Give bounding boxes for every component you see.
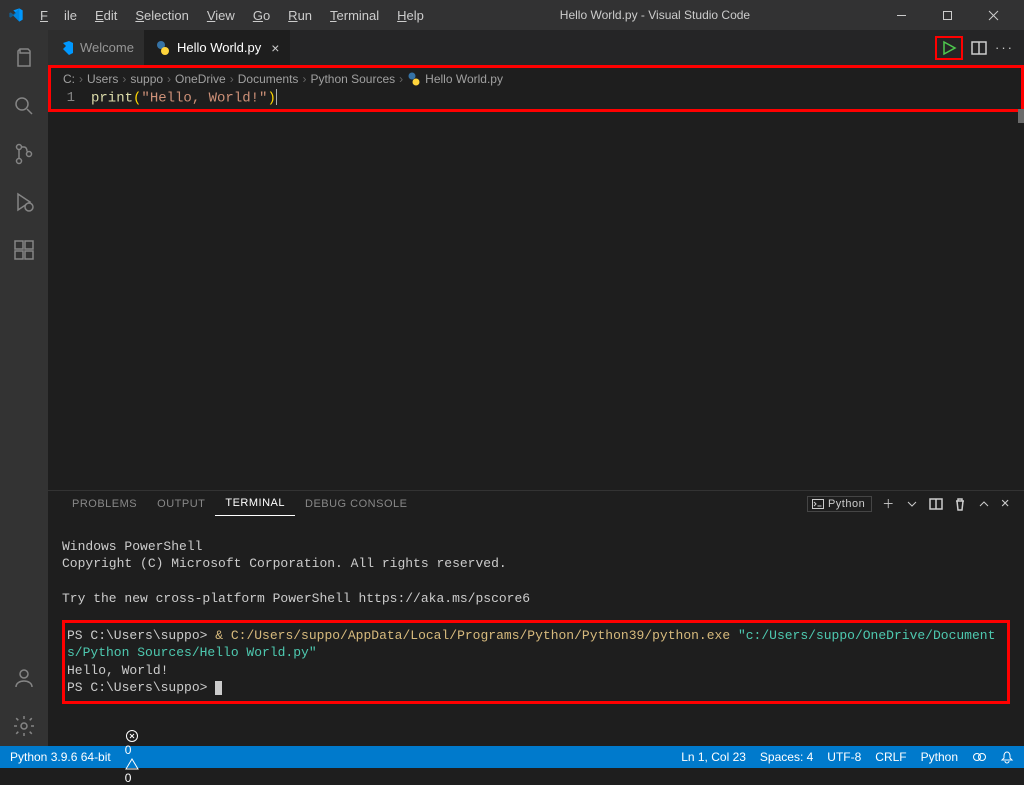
menu-help[interactable]: Help — [389, 4, 432, 27]
tab-label: Welcome — [80, 40, 134, 55]
breadcrumb-seg[interactable]: Hello World.py — [425, 72, 503, 86]
bell-icon[interactable] — [1000, 750, 1014, 764]
menu-go[interactable]: Go — [245, 4, 278, 27]
line-number: 1 — [51, 90, 91, 107]
chevron-down-icon[interactable] — [905, 497, 919, 511]
status-eol[interactable]: CRLF — [875, 750, 906, 764]
more-actions-icon[interactable]: ··· — [995, 40, 1014, 55]
terminal-output[interactable]: Windows PowerShell Copyright (C) Microso… — [48, 516, 1024, 747]
run-button-highlight — [935, 36, 963, 60]
menu-terminal[interactable]: Terminal — [322, 4, 387, 27]
panel-tabs: PROBLEMS OUTPUT TERMINAL DEBUG CONSOLE P… — [48, 491, 1024, 516]
breadcrumb[interactable]: C:› Users› suppo› OneDrive› Documents› P… — [51, 68, 1021, 90]
close-button[interactable] — [970, 0, 1016, 30]
activity-bar — [0, 30, 48, 746]
search-icon[interactable] — [0, 86, 48, 126]
breadcrumb-seg[interactable]: Users — [87, 72, 118, 86]
menu-file[interactable]: File — [32, 4, 85, 27]
vscode-icon — [58, 40, 74, 56]
tab-label: Hello World.py — [177, 40, 261, 55]
settings-gear-icon[interactable] — [0, 706, 48, 746]
breadcrumb-seg[interactable]: suppo — [130, 72, 163, 86]
code-editor[interactable]: 1 print("Hello, World!") — [51, 90, 1021, 109]
terminal-line: Windows PowerShell — [62, 539, 202, 554]
code-line[interactable]: print("Hello, World!") — [91, 90, 1021, 107]
terminal-output-line: Hello, World! — [67, 663, 168, 678]
status-encoding[interactable]: UTF-8 — [827, 750, 861, 764]
menu-run[interactable]: Run — [280, 4, 320, 27]
panel-tab-terminal[interactable]: TERMINAL — [215, 491, 295, 516]
chevron-right-icon: › — [167, 72, 171, 86]
tab-welcome[interactable]: Welcome — [48, 30, 145, 65]
minimap[interactable] — [1018, 109, 1024, 123]
breadcrumb-seg[interactable]: OneDrive — [175, 72, 226, 86]
terminal-line: Copyright (C) Microsoft Corporation. All… — [62, 556, 507, 571]
terminal-icon — [812, 498, 824, 510]
python-file-icon — [155, 40, 171, 56]
window-title: Hello World.py - Visual Studio Code — [432, 8, 878, 22]
terminal-line: Try the new cross-platform PowerShell ht… — [62, 591, 530, 606]
split-editor-icon[interactable] — [971, 40, 987, 56]
chevron-right-icon: › — [79, 72, 83, 86]
editor-empty-area[interactable] — [48, 112, 1024, 490]
status-problems[interactable]: 0 0 — [125, 729, 139, 785]
cursor — [276, 89, 277, 105]
run-debug-icon[interactable] — [0, 182, 48, 222]
breadcrumb-seg[interactable]: Documents — [238, 72, 299, 86]
panel-tab-debug[interactable]: DEBUG CONSOLE — [295, 492, 417, 516]
terminal-cursor — [215, 681, 222, 695]
accounts-icon[interactable] — [0, 658, 48, 698]
terminal-shell-selector[interactable]: Python — [807, 496, 872, 512]
close-icon[interactable]: × — [271, 40, 279, 56]
terminal-prompt: PS C:\Users\suppo> — [67, 628, 215, 643]
tab-bar: Welcome Hello World.py × ··· — [48, 30, 1024, 65]
vscode-logo-icon — [8, 7, 24, 23]
warning-icon — [125, 757, 139, 771]
tab-file[interactable]: Hello World.py × — [145, 30, 290, 65]
status-python-version[interactable]: Python 3.9.6 64-bit — [10, 750, 111, 764]
status-bar: Python 3.9.6 64-bit 0 0 Ln 1, Col 23 Spa… — [0, 746, 1024, 768]
extensions-icon[interactable] — [0, 230, 48, 270]
breadcrumb-seg[interactable]: Python Sources — [310, 72, 395, 86]
panel: PROBLEMS OUTPUT TERMINAL DEBUG CONSOLE P… — [48, 490, 1024, 746]
breadcrumb-seg[interactable]: C: — [63, 72, 75, 86]
chevron-right-icon: › — [122, 72, 126, 86]
panel-tab-output[interactable]: OUTPUT — [147, 492, 215, 516]
close-panel-icon[interactable]: × — [1001, 495, 1010, 512]
status-position[interactable]: Ln 1, Col 23 — [681, 750, 746, 764]
title-bar: File Edit Selection View Go Run Terminal… — [0, 0, 1024, 30]
new-terminal-icon[interactable]: ＋ — [882, 495, 895, 512]
run-play-icon[interactable] — [941, 40, 957, 56]
menu-edit[interactable]: Edit — [87, 4, 125, 27]
chevron-right-icon: › — [399, 72, 403, 86]
status-spaces[interactable]: Spaces: 4 — [760, 750, 813, 764]
split-terminal-icon[interactable] — [929, 497, 943, 511]
chevron-right-icon: › — [230, 72, 234, 86]
source-control-icon[interactable] — [0, 134, 48, 174]
terminal-highlight: PS C:\Users\suppo> & C:/Users/suppo/AppD… — [62, 620, 1010, 704]
terminal-cmd: & C:/Users/suppo/AppData/Local/Programs/… — [215, 628, 738, 643]
feedback-icon[interactable] — [972, 750, 986, 764]
trash-icon[interactable] — [953, 497, 967, 511]
explorer-icon[interactable] — [0, 38, 48, 78]
menu-bar: File Edit Selection View Go Run Terminal… — [32, 4, 432, 27]
menu-view[interactable]: View — [199, 4, 243, 27]
python-file-icon — [407, 72, 421, 86]
editor-highlight: C:› Users› suppo› OneDrive› Documents› P… — [48, 65, 1024, 112]
menu-selection[interactable]: Selection — [127, 4, 196, 27]
maximize-button[interactable] — [924, 0, 970, 30]
panel-tab-problems[interactable]: PROBLEMS — [62, 492, 147, 516]
chevron-right-icon: › — [302, 72, 306, 86]
status-language[interactable]: Python — [921, 750, 958, 764]
minimize-button[interactable] — [878, 0, 924, 30]
chevron-up-icon[interactable] — [977, 497, 991, 511]
error-icon — [125, 729, 139, 743]
terminal-prompt: PS C:\Users\suppo> — [67, 680, 215, 695]
